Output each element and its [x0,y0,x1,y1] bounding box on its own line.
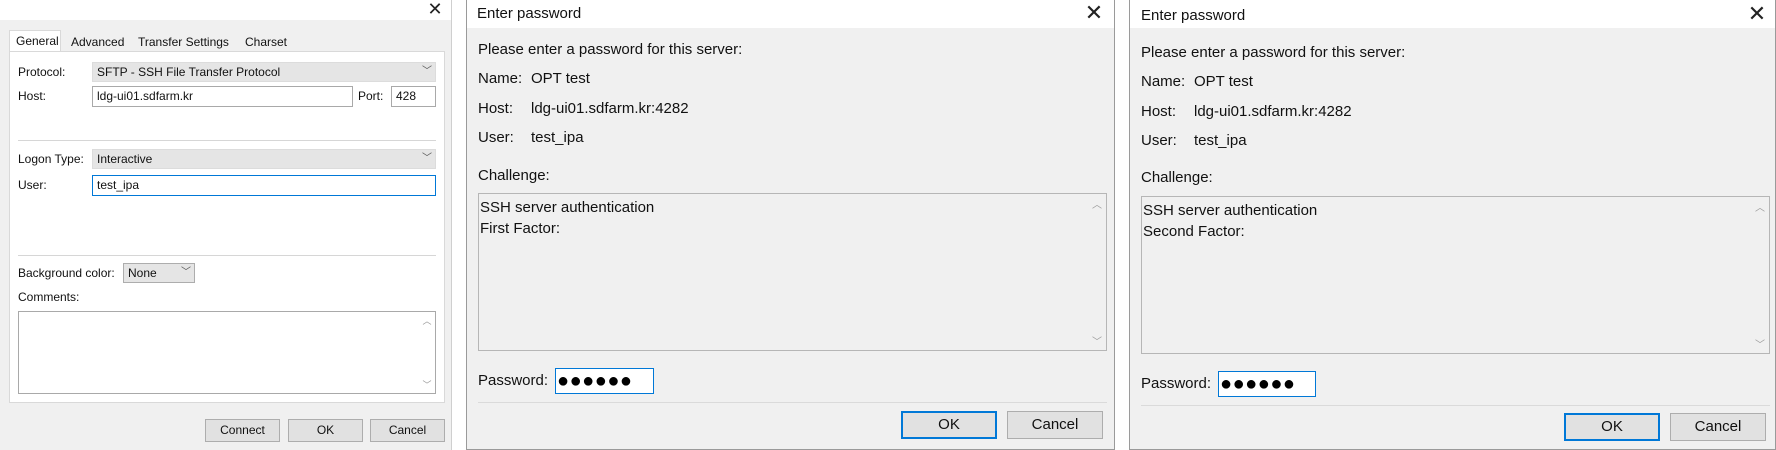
separator [18,140,436,141]
scrollbar[interactable]: ︿ ﹀ [1089,195,1105,349]
tab-general[interactable]: General [9,30,61,52]
background-color-value: None [128,266,157,280]
password-input[interactable]: ●●●●●● [1218,371,1316,397]
challenge-textbox[interactable]: SSH server authentication First Factor: … [478,193,1107,351]
port-input[interactable]: 428 [391,86,436,107]
dialog-title: Enter password [477,5,582,22]
ok-button[interactable]: OK [901,411,997,439]
chevron-down-icon[interactable]: ﹀ [1752,336,1768,351]
dialog-title: Enter password [1141,7,1246,24]
background-color-label: Background color: [18,266,115,280]
cancel-button[interactable]: Cancel [370,419,445,442]
host-input[interactable]: ldg-ui01.sdfarm.kr [92,86,353,107]
password-mask: ●●●●●● [557,370,633,392]
separator [478,402,1107,403]
cancel-button[interactable]: Cancel [1007,411,1103,439]
title-bar [0,0,451,20]
prompt-text: Please enter a password for this server: [1141,44,1406,61]
logon-type-select[interactable]: Interactive ﹀ [92,149,436,169]
comments-textarea[interactable]: ︿ ﹀ [18,311,436,394]
name-value: OPT test [1194,73,1253,90]
tab-advanced[interactable]: Advanced [64,31,130,51]
user-label: User: [18,178,47,192]
logon-type-label: Logon Type: [18,152,84,166]
chevron-down-icon: ﹀ [422,66,432,77]
connect-button[interactable]: Connect [205,419,280,442]
chevron-up-icon[interactable]: ︿ [1089,196,1105,211]
logon-type-value: Interactive [97,152,153,166]
challenge-line: SSH server authentication [1143,202,1318,219]
user-label: User: [478,129,514,146]
name-label: Name: [1141,73,1186,90]
scrollbar[interactable]: ︿ ﹀ [1752,198,1768,352]
chevron-down-icon[interactable]: ﹀ [1089,333,1105,348]
tab-charset[interactable]: Charset [238,31,296,51]
user-label: User: [1141,132,1177,149]
host-label: Host: [18,89,47,103]
protocol-value: SFTP - SSH File Transfer Protocol [97,65,281,79]
password-label: Password: [478,372,549,389]
password-label: Password: [1141,375,1212,392]
port-label: Port: [358,89,384,103]
challenge-line: Second Factor: [1143,223,1245,240]
challenge-label: Challenge: [1141,169,1213,186]
user-input[interactable]: test_ipa [92,175,436,196]
name-label: Name: [478,70,523,87]
protocol-select[interactable]: SFTP - SSH File Transfer Protocol ﹀ [92,62,436,82]
host-value: ldg-ui01.sdfarm.kr:4282 [531,100,689,117]
tab-transfer-settings[interactable]: Transfer Settings [131,31,237,51]
comments-label: Comments: [18,290,80,304]
chevron-down-icon: ﹀ [422,153,432,164]
enter-password-dialog-first-factor: Enter password ✕ Please enter a password… [466,0,1115,450]
password-input[interactable]: ●●●●●● [555,368,654,394]
challenge-line: First Factor: [480,220,561,237]
prompt-text: Please enter a password for this server: [478,41,743,58]
host-label: Host: [478,100,514,117]
chevron-up-icon[interactable]: ︿ [1752,199,1768,214]
close-icon[interactable]: ✕ [424,0,446,20]
challenge-textbox[interactable]: SSH server authentication Second Factor:… [1141,196,1770,354]
background-color-select[interactable]: None ﹀ [123,263,195,283]
ok-button[interactable]: OK [288,419,363,442]
close-icon[interactable]: ✕ [1743,2,1771,28]
password-mask: ●●●●●● [1220,373,1296,395]
chevron-up-icon[interactable]: ︿ [420,314,434,327]
chevron-down-icon[interactable]: ﹀ [420,378,434,391]
dialog-title-bar: Enter password ✕ [467,0,1114,28]
cancel-button[interactable]: Cancel [1670,413,1766,441]
close-icon[interactable]: ✕ [1080,1,1108,27]
host-label: Host: [1141,103,1177,120]
ok-button[interactable]: OK [1564,413,1660,441]
dialog-title-bar: Enter password ✕ [1130,0,1775,28]
scrollbar[interactable]: ︿ ﹀ [420,313,434,392]
host-value: ldg-ui01.sdfarm.kr:4282 [1194,103,1352,120]
name-value: OPT test [531,70,590,87]
site-manager-panel: ✕ General Advanced Transfer Settings Cha… [0,0,452,450]
challenge-line: SSH server authentication [480,199,655,216]
separator [1141,405,1770,406]
chevron-down-icon: ﹀ [181,267,191,278]
general-tab-content: Protocol: SFTP - SSH File Transfer Proto… [9,51,445,403]
user-value: test_ipa [1194,132,1247,149]
user-value: test_ipa [531,129,584,146]
enter-password-dialog-second-factor: Enter password ✕ Please enter a password… [1129,0,1776,450]
challenge-label: Challenge: [478,167,550,184]
separator [18,255,436,256]
protocol-label: Protocol: [18,65,66,79]
